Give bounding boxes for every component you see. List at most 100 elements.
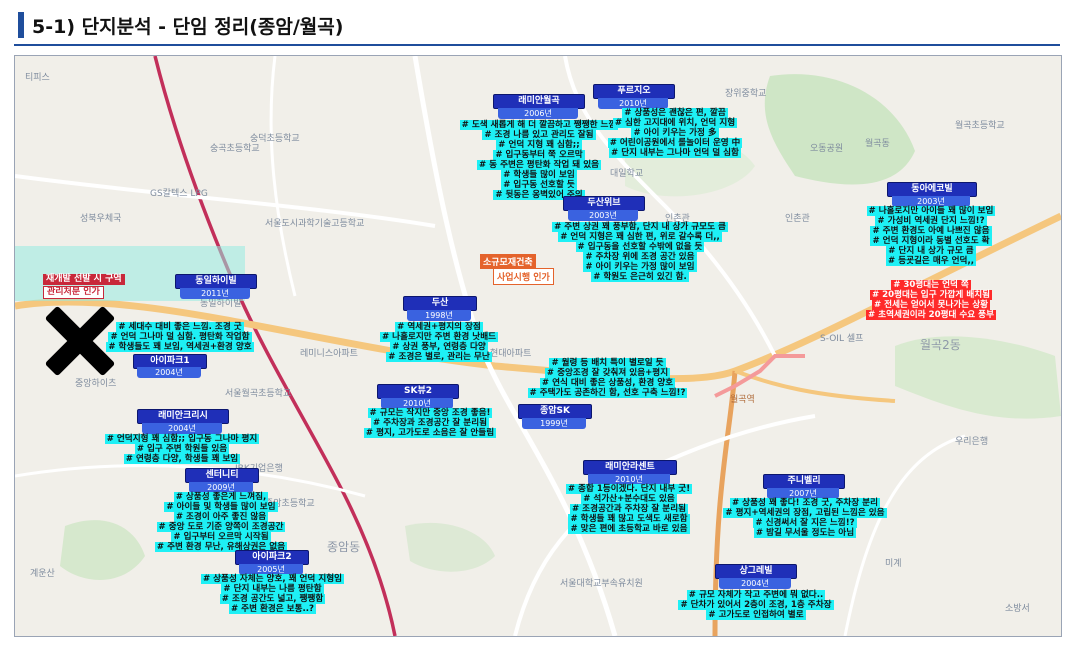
map-label: 인촌관 (785, 214, 810, 224)
note-line: # 상권 풍부, 연령층 다양 (390, 342, 488, 352)
note-line: # 조경 공간도 넓고, 쨍쨍함 (219, 594, 326, 604)
note-line: # 단차가 있어서 2층이 조경, 1층 주차장 (678, 600, 834, 610)
note-line: # 아이들 및 학생들 많이 보임 (164, 502, 278, 512)
note-line: # 입구 주변 학원들 있음 (134, 444, 230, 454)
complex-name[interactable]: 센터니티 (185, 468, 259, 483)
map-label: 월곡동 (865, 139, 890, 149)
note-line: # 입구부터 오르막 시작됨 (171, 532, 271, 542)
map-canvas[interactable]: 티피스 숭덕초등학교 GS칼텍스 LPG 성북우체국 서울도시과학기술고등학교 … (14, 55, 1062, 637)
note-line: # 세대수 대비 좋은 느낌. 조경 굿 (116, 322, 244, 332)
note-line: # 초역세권이라 20평대 수요 풍부 (865, 310, 996, 320)
note-line: # 입구동 선호할 듯 (501, 180, 577, 190)
note-line: # 규모는 작지만 중앙 조경 좋음! (367, 408, 493, 418)
note-line: # 주변 환경도 아예 나쁘진 않음 (870, 226, 992, 236)
note-line: # 석가산+분수대도 있음 (581, 494, 677, 504)
poi-redevelopment-status: 관리처분 인가 (43, 286, 104, 299)
note-line: # 연령층 다양, 학생들 꽤 보임 (123, 454, 241, 464)
note-line: # 신경써서 잘 지은 느낌!? (753, 518, 857, 528)
complex-notes: # 언덕지형 꽤 심함;; 입구동 그나마 평지 # 입구 주변 학원들 있음 … (85, 434, 279, 464)
note-line: # 주변 상권 꽤 풍부함, 단지 내 상가 규모도 큼 (552, 222, 728, 232)
note-line: # 평지, 고가도로 소음은 잘 안들림 (363, 428, 497, 438)
complex-name[interactable]: 래미안크리시 (137, 409, 229, 424)
complex-notes: # 상품성 꽤 좋다! 조경 굿, 주차장 분리 # 평지+역세권의 장점, 고… (695, 498, 915, 538)
complex-notes-highlight: # 30평대는 언덕 쪽 # 20평대는 입구 가깝게 배치됨 # 전세는 얻어… (851, 280, 1011, 320)
note-line: # 아이 키우는 가정 多 (631, 128, 719, 138)
complex-notes: # 규모 자체가 작고 주변에 뭐 없다.. # 단차가 있어서 2층이 조경,… (665, 590, 847, 620)
complex-name[interactable]: 래미안월곡 (493, 94, 585, 109)
complex-name[interactable]: 주니벨리 (763, 474, 845, 489)
note-line: # 20평대는 입구 가깝게 배치됨 (869, 290, 993, 300)
complex-notes: # 상품성은 괜찮은 편, 깔끔 # 심한 고지대에 위치, 언덕 지형 # 아… (575, 108, 775, 158)
note-line: # 나홀로지만 주변 환경 낫배드 (379, 332, 499, 342)
map-label: 숭곡초등학교 (210, 144, 260, 154)
complex-name[interactable]: 종암SK (518, 404, 592, 419)
note-line: # 30평대는 언덕 쪽 (891, 280, 971, 290)
note-line: # 등굣길은 매우 언덕,, (886, 256, 976, 266)
note-line: # 단지 내부는 나름 평탄함 (221, 584, 324, 594)
complex-name[interactable]: 상그레빌 (715, 564, 797, 579)
complex-notes: # 세대수 대비 좋은 느낌. 조경 굿 # 언덕 그나마 덜 심함. 평탄화 … (105, 322, 255, 352)
note-line: # 상품성 자체는 양호, 꽤 언덕 지형임 (200, 574, 345, 584)
complex-notes: # 상품성 자체는 양호, 꽤 언덕 지형임 # 단지 내부는 나름 평탄함 #… (185, 574, 360, 614)
complex-notes: # 월령 등 배치 특이 별로일 듯 # 중앙조경 잘 갖춰져 있음+평지 # … (495, 358, 720, 398)
note-line: # 주택가도 공존하긴 함, 선호 구축 느낌!? (527, 388, 688, 398)
poi-redevelopment-label: 재개발 선발 시 구역 (43, 274, 125, 285)
map-label: 월곡역 (730, 395, 755, 405)
complex-name[interactable]: SK뷰2 (377, 384, 459, 399)
note-line: # 전세는 얻어서 못나가는 상황 (871, 300, 991, 310)
note-line: # 나홀로지만 아이들 꽤 많이 보임 (866, 206, 996, 216)
map-label: 소방서 (1005, 604, 1030, 614)
complex-year: 2006년 (498, 108, 578, 119)
complex-notes: # 규모는 작지만 중앙 조경 좋음! # 주차장과 조경공간 잘 분리됨 # … (340, 408, 520, 438)
note-line: # 상품성 꽤 좋다! 조경 굿, 주차장 분리 (729, 498, 881, 508)
note-line: # 조경공간과 주차장 잘 분리됨 (569, 504, 689, 514)
note-line: # 월령 등 배치 특이 별로일 듯 (549, 358, 666, 368)
note-line: # 언덕 지형이라 동별 선호도 확 (870, 236, 992, 246)
note-line: # 조경은 별로, 관리는 무난 (386, 352, 492, 362)
poi-reconstruction-label: 소규모재건축 (480, 254, 536, 269)
note-line: # 주차장과 조경공간 잘 분리됨 (370, 418, 490, 428)
map-label: 월곡초등학교 (955, 121, 1005, 131)
note-line: # 단지 내 상가 규모 큼 (886, 246, 976, 256)
complex-name[interactable]: 동아에코빌 (887, 182, 977, 197)
complex-notes: # 주변 상권 꽤 풍부함, 단지 내 상가 규모도 큼 # 언덕 지형은 꽤 … (535, 222, 745, 282)
map-label: S-OIL 셀프 (820, 334, 864, 344)
complex-year: 2004년 (142, 423, 222, 434)
note-line: # 입구동을 선호할 수밖에 없을 듯 (575, 242, 705, 252)
note-line: # 주차장 위에 조경 공간 있음 (583, 252, 697, 262)
complex-name[interactable]: 아이파크2 (235, 550, 309, 565)
complex-name[interactable]: 푸르지오 (593, 84, 675, 99)
note-line: # 학생들 많이 보임 (501, 170, 577, 180)
complex-notes: # 상품성 좋은게 느껴짐, # 아이들 및 학생들 많이 보임 # 조경이 아… (110, 492, 332, 552)
map-label: 서울도시과학기술고등학교 (265, 219, 365, 229)
note-line: # 밤길 무서울 정도는 아님 (753, 528, 857, 538)
note-line: # 평지+역세권의 장점, 고립된 느낌은 있음 (723, 508, 887, 518)
note-line: # 아이 키우는 가정 많이 보임 (583, 262, 697, 272)
note-line: # 학원도 은근히 있긴 함. (591, 272, 689, 282)
map-label: 서울대학교부속유치원 (560, 579, 643, 589)
map-label: 장위중학교 (725, 89, 767, 99)
complex-year: 1999년 (522, 418, 586, 429)
complex-name[interactable]: 두산 (403, 296, 477, 311)
complex-name[interactable]: 동일하이빌 (175, 274, 257, 289)
note-line: # 상품성은 괜찮은 편, 깔끔 (622, 108, 728, 118)
note-line: # 가성비 역세권 단지 느낌!? (875, 216, 987, 226)
map-label: 우리은행 (955, 437, 989, 447)
note-line: # 동 주변은 평탄화 작업 돼 있음 (476, 160, 602, 170)
complex-name[interactable]: 두산위브 (563, 196, 645, 211)
note-line: # 역세권+평지의 장점 (395, 322, 483, 332)
map-label: 티피스 (25, 73, 50, 83)
map-label: 월곡2동 (920, 338, 961, 352)
note-line: # 심한 고지대에 위치, 언덕 지형 (612, 118, 738, 128)
map-label: 성북우체국 (80, 214, 122, 224)
map-label: 계운산 (30, 569, 55, 579)
complex-year: 2011년 (180, 288, 250, 299)
page-title: 5-1) 단지분석 - 단임 정리(종암/월곡) (18, 12, 343, 38)
map-label: GS칼텍스 LPG (150, 189, 208, 199)
complex-year: 2004년 (137, 367, 201, 378)
complex-notes: # 역세권+평지의 장점 # 나홀로지만 주변 환경 낫배드 # 상권 풍부, … (350, 322, 528, 362)
note-line: # 종합 1등이겠다. 단지 내부 굿! (565, 484, 693, 494)
complex-name[interactable]: 래미안라센트 (583, 460, 677, 475)
complex-year: 1998년 (407, 310, 471, 321)
note-line: # 상품성 좋은게 느껴짐, (173, 492, 269, 502)
